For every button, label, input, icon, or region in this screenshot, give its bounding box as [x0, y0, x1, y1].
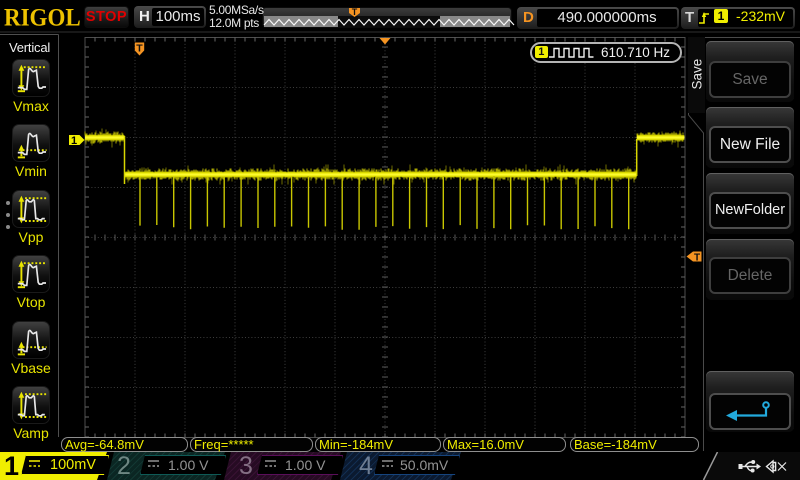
svg-text:T: T	[352, 7, 358, 17]
svg-text:1: 1	[71, 135, 77, 147]
svg-text:T: T	[136, 43, 143, 55]
